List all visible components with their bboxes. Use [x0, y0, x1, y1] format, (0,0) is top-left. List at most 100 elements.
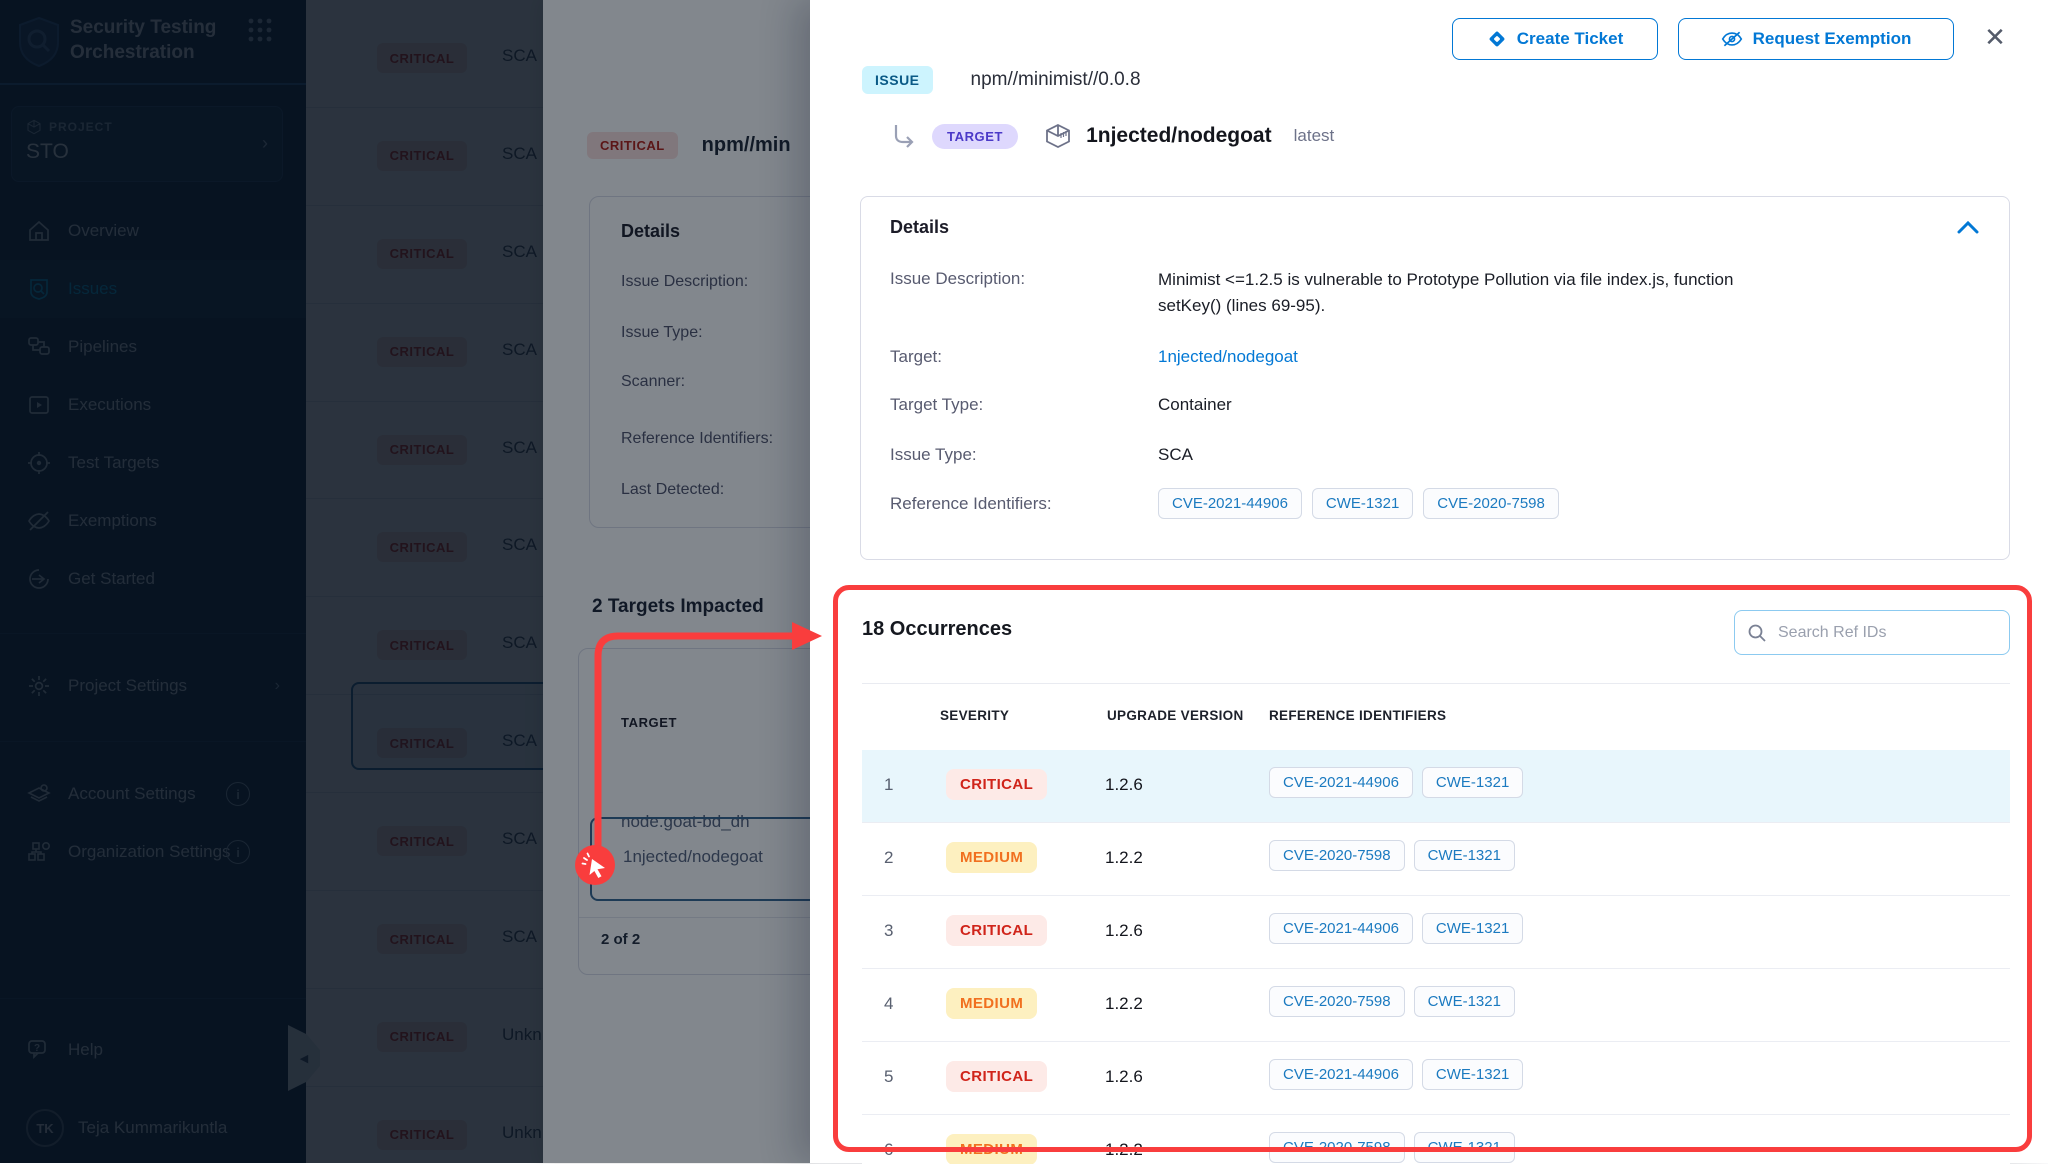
get-started-icon: [26, 566, 52, 592]
issue-row[interactable]: CRITICALSCA: [306, 891, 543, 989]
issue-row[interactable]: CRITICALSCA: [306, 108, 543, 206]
sidebar-item-test-targets[interactable]: Test Targets: [0, 434, 306, 492]
sidebar-item-label: Exemptions: [68, 511, 157, 531]
severity-badge: CRITICAL: [377, 826, 467, 856]
gear-icon: [26, 673, 52, 699]
ref-id-chip[interactable]: CWE-1321: [1312, 488, 1413, 519]
sidebar-item-label: Project Settings: [68, 676, 187, 696]
info-icon: i: [226, 840, 250, 864]
ref-id-chip[interactable]: CVE-2021-44906: [1269, 913, 1413, 944]
user-name: Teja Kummarikuntla: [78, 1118, 227, 1138]
issue-row[interactable]: CRITICALSCA: [306, 10, 543, 108]
create-ticket-button[interactable]: Create Ticket: [1452, 18, 1658, 60]
target-column-header: TARGET: [621, 715, 677, 730]
app-switcher-icon[interactable]: [246, 16, 274, 44]
ref-id-chip[interactable]: CVE-2020-7598: [1269, 986, 1405, 1017]
issue-title: npm//minimist//0.0.8: [971, 69, 1141, 91]
screen: Security Testing Orchestration PROJECT S…: [0, 0, 2048, 1163]
sidebar-item-get-started[interactable]: Get Started: [0, 550, 306, 608]
targets-table: TARGET node.goat-bd_dh 1njected/nodegoat…: [578, 648, 810, 975]
target-badge: TARGET: [932, 124, 1018, 149]
sidebar-divider: [0, 741, 306, 742]
sidebar-item-executions[interactable]: Executions: [0, 376, 306, 434]
ref-id-chip[interactable]: CVE-2020-7598: [1269, 1132, 1405, 1163]
target-icon: [26, 450, 52, 476]
help-chat-icon: ?: [26, 1037, 52, 1063]
targets-impacted-heading: 2 Targets Impacted: [592, 596, 764, 618]
issue-row[interactable]: CRITICALSCA: [306, 402, 543, 500]
ref-id-chip[interactable]: CVE-2020-7598: [1269, 840, 1405, 871]
issue-row[interactable]: CRITICALSCA: [306, 206, 543, 304]
table-header: SEVERITY UPGRADE VERSION REFERENCE IDENT…: [862, 684, 2010, 750]
ref-id-chip[interactable]: CWE-1321: [1422, 913, 1523, 944]
ref-id-chip[interactable]: CVE-2021-44906: [1269, 1059, 1413, 1090]
issue-detail-panel-background: CRITICAL npm//min Details Issue Descript…: [543, 0, 810, 1163]
ref-id-chip[interactable]: CWE-1321: [1422, 1059, 1523, 1090]
avatar: TK: [26, 1109, 64, 1147]
svg-text:?: ?: [34, 1043, 40, 1054]
ref-id-chip[interactable]: CWE-1321: [1422, 767, 1523, 798]
ref-id-chip[interactable]: CVE-2020-7598: [1423, 488, 1559, 519]
sidebar-divider: [0, 633, 306, 634]
sidebar-item-pipelines[interactable]: Pipelines: [0, 318, 306, 376]
sidebar-item-overview[interactable]: Overview: [0, 202, 306, 260]
user-menu[interactable]: TK Teja Kummarikuntla: [0, 1100, 306, 1156]
target-link[interactable]: 1njected/nodegoat: [1158, 347, 1298, 367]
issue-type-value: SCA: [1158, 445, 1193, 465]
sidebar-item-exemptions[interactable]: Exemptions: [0, 492, 306, 550]
issue-row[interactable]: CRITICALUnkn: [306, 1087, 543, 1163]
ref-id-chip[interactable]: CVE-2021-44906: [1269, 767, 1413, 798]
chevron-right-icon: ›: [275, 677, 280, 695]
sidebar-item-project-settings[interactable]: Project Settings ›: [0, 658, 306, 714]
container-cube-icon: [1044, 122, 1072, 150]
sidebar-item-issues[interactable]: Issues: [0, 260, 306, 318]
request-exemption-button[interactable]: Request Exemption: [1678, 18, 1954, 60]
issues-shield-icon: [26, 276, 52, 302]
ref-id-chip[interactable]: CWE-1321: [1414, 1132, 1515, 1163]
occurrence-row[interactable]: 6 MEDIUM 1.2.2 CVE-2020-7598CWE-1321: [862, 1115, 2010, 1164]
chevron-up-icon[interactable]: [1957, 219, 1979, 235]
issue-row[interactable]: CRITICALSCA: [306, 499, 543, 597]
severity-badge: CRITICAL: [587, 132, 678, 159]
occurrence-row[interactable]: 5 CRITICAL 1.2.6 CVE-2021-44906CWE-1321: [862, 1042, 2010, 1115]
project-selector[interactable]: PROJECT STO ›: [11, 106, 283, 182]
occurrences-heading: 18 Occurrences: [862, 618, 1012, 641]
branch-arrow-icon: [892, 123, 918, 149]
issue-row[interactable]: CRITICALSCA: [306, 793, 543, 891]
sidebar-item-label: Overview: [68, 221, 139, 241]
ref-id-chip[interactable]: CVE-2021-44906: [1158, 488, 1302, 519]
severity-badge: CRITICAL: [377, 532, 467, 562]
occurrence-row[interactable]: 3 CRITICAL 1.2.6 CVE-2021-44906CWE-1321: [862, 896, 2010, 969]
issue-row[interactable]: CRITICALSCA: [306, 597, 543, 695]
target-tag: latest: [1294, 126, 1335, 146]
pipelines-icon: [26, 334, 52, 360]
occurrence-row[interactable]: 4 MEDIUM 1.2.2 CVE-2020-7598CWE-1321: [862, 969, 2010, 1042]
severity-badge: CRITICAL: [377, 337, 467, 367]
project-label: PROJECT: [49, 120, 113, 134]
details-heading: Details: [890, 217, 949, 238]
sidebar-item-account-settings[interactable]: Account Settings i: [0, 766, 306, 822]
issue-badge: ISSUE: [862, 66, 933, 94]
occurrences-drawer: Create Ticket Request Exemption ✕ ISSUE …: [810, 0, 2048, 1163]
occurrence-row[interactable]: 1 CRITICAL 1.2.6 CVE-2021-44906CWE-1321: [862, 750, 2010, 823]
sidebar-item-organization-settings[interactable]: Organization Settings i: [0, 824, 306, 880]
occurrence-row[interactable]: 2 MEDIUM 1.2.2 CVE-2020-7598CWE-1321: [862, 823, 2010, 896]
sidebar-item-label: Account Settings: [68, 784, 196, 804]
search-input[interactable]: [1776, 623, 1997, 643]
target-row-selected[interactable]: 1njected/nodegoat: [590, 817, 810, 901]
severity-badge: CRITICAL: [377, 630, 467, 660]
sidebar-item-label: Help: [68, 1040, 103, 1060]
issue-row[interactable]: CRITICALUnkn: [306, 989, 543, 1087]
sidebar-item-label: Get Started: [68, 569, 155, 589]
issue-row[interactable]: CRITICALSCA: [306, 304, 543, 402]
sidebar-item-help[interactable]: ? Help: [0, 1022, 306, 1078]
severity-badge: CRITICAL: [377, 924, 467, 954]
sidebar-nav: Overview Issues Pipelines Executions Tes…: [0, 202, 306, 608]
ref-id-chip[interactable]: CWE-1321: [1414, 986, 1515, 1017]
sidebar-item-label: Organization Settings: [68, 842, 231, 862]
severity-badge: MEDIUM: [946, 1134, 1037, 1164]
ref-id-chip[interactable]: CWE-1321: [1414, 840, 1515, 871]
issue-title-truncated: npm//min: [702, 134, 791, 157]
close-icon[interactable]: ✕: [1978, 20, 2012, 54]
collapse-arrow-icon: ◀: [300, 1052, 308, 1065]
